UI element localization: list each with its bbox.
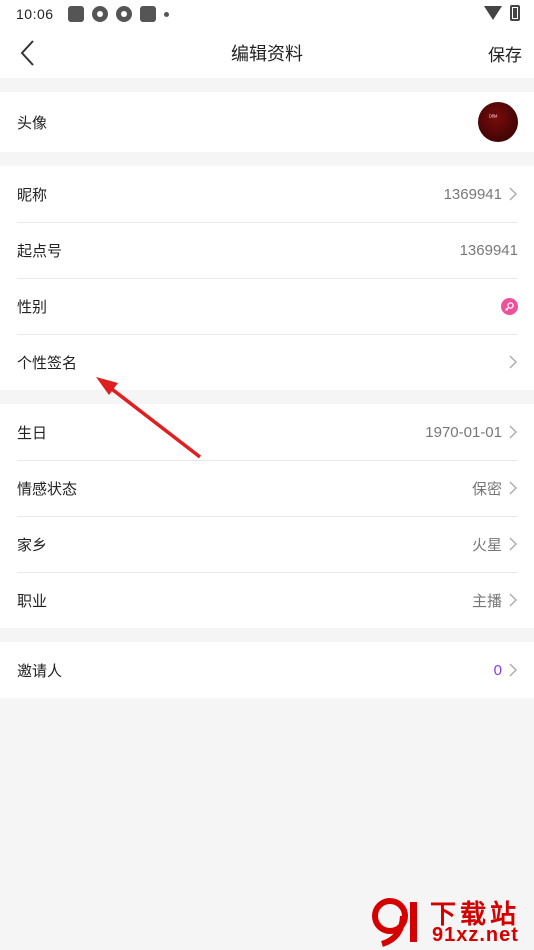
watermark: 下载站 91xz.net (368, 894, 530, 948)
app-circle-icon (115, 6, 132, 22)
wifi-icon (484, 6, 502, 20)
hometown-value: 火星 (471, 536, 502, 554)
occupation-label: 职业 (17, 592, 48, 610)
save-button[interactable]: 保存 (488, 41, 522, 66)
chevron-right-icon (509, 187, 517, 201)
avatar-section: 头像 ᴰᴮᴹ (0, 92, 534, 152)
chevron-right-icon (509, 425, 517, 439)
gender-row[interactable]: 性别 (0, 278, 534, 334)
status-right-icons (484, 5, 520, 21)
qidian-id-value: 1369941 (459, 241, 518, 259)
female-gender-icon (501, 297, 518, 315)
battery-charging-icon (510, 5, 520, 21)
signature-row[interactable]: 个性签名 (0, 334, 534, 390)
notification-square-icon (67, 6, 84, 22)
qidian-id-row: 起点号 1369941 (0, 222, 534, 278)
birthday-value: 1970-01-01 (425, 423, 502, 441)
avatar-label: 头像 (17, 114, 48, 132)
signature-label: 个性签名 (17, 354, 78, 372)
birthday-label: 生日 (17, 424, 48, 442)
relationship-status-label: 情感状态 (17, 480, 78, 498)
nickname-label: 昵称 (17, 186, 48, 204)
notification-square-icon (139, 6, 156, 22)
avatar[interactable]: ᴰᴮᴹ (478, 102, 518, 142)
hometown-row[interactable]: 家乡 火星 (0, 516, 534, 572)
gender-label: 性别 (17, 298, 48, 316)
dot-icon (163, 11, 169, 17)
relationship-status-row[interactable]: 情感状态 保密 (0, 460, 534, 516)
relationship-status-value: 保密 (471, 480, 502, 498)
app-circle-icon (91, 6, 108, 22)
hometown-label: 家乡 (17, 536, 48, 554)
watermark-site: 91xz.net (432, 924, 519, 946)
watermark-logo-icon (372, 898, 417, 947)
section-gap (0, 78, 534, 92)
basic-info-section: 昵称 1369941 起点号 1369941 性别 个性签名 (0, 166, 534, 390)
chevron-right-icon (509, 593, 517, 607)
chevron-right-icon (509, 481, 517, 495)
status-time: 10:06 (16, 6, 54, 22)
back-button[interactable] (14, 38, 44, 68)
avatar-row[interactable]: 头像 ᴰᴮᴹ (0, 92, 534, 152)
inviter-count: 0 (493, 661, 502, 679)
inviter-label: 邀请人 (17, 662, 63, 680)
section-gap (0, 390, 534, 404)
section-gap (0, 628, 534, 642)
qidian-id-label: 起点号 (17, 242, 63, 260)
chevron-right-icon (509, 663, 517, 677)
inviter-section: 邀请人 0 (0, 642, 534, 698)
nav-bar: 编辑资料 保存 (0, 28, 534, 78)
status-bar: 10:06 (0, 0, 534, 28)
birthday-row[interactable]: 生日 1970-01-01 (0, 404, 534, 460)
section-gap (0, 152, 534, 166)
nickname-row[interactable]: 昵称 1369941 (0, 166, 534, 222)
occupation-value: 主播 (471, 592, 502, 610)
chevron-right-icon (509, 537, 517, 551)
details-section: 生日 1970-01-01 情感状态 保密 家乡 火星 职业 主播 (0, 404, 534, 628)
chevron-right-icon (509, 355, 517, 369)
nickname-value: 1369941 (443, 185, 502, 203)
inviter-row[interactable]: 邀请人 0 (0, 642, 534, 698)
avatar-image-text: ᴰᴮᴹ (489, 115, 498, 121)
page-title: 编辑资料 (231, 44, 303, 64)
chevron-left-icon (20, 40, 34, 66)
occupation-row[interactable]: 职业 主播 (0, 572, 534, 628)
